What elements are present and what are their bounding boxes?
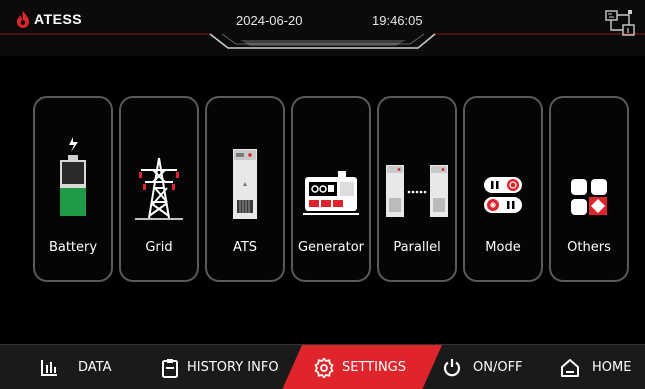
grid-tile[interactable]: Grid xyxy=(119,96,199,282)
generator-tile[interactable]: Generator xyxy=(291,96,371,282)
bar-chart-icon xyxy=(41,359,57,376)
nav-data[interactable]: DATA xyxy=(40,345,112,389)
nav-history-label: HISTORY INFO xyxy=(187,360,279,375)
mode-tile[interactable]: Mode xyxy=(463,96,543,282)
clipboard-icon xyxy=(162,358,178,378)
system-topology-icon[interactable] xyxy=(604,8,636,38)
atess-logo: ATESS xyxy=(16,10,82,28)
parallel-label: Parallel xyxy=(393,240,441,255)
nav-onoff-label: ON/OFF xyxy=(473,360,523,375)
power-icon xyxy=(443,358,461,376)
settings-tiles: Battery Grid ATS Generator Parallel Mode… xyxy=(33,96,629,282)
others-label: Others xyxy=(567,240,611,255)
battery-tile[interactable]: Battery xyxy=(33,96,113,282)
mode-label: Mode xyxy=(485,240,521,255)
battery-icon xyxy=(60,137,86,216)
nav-settings-label: SETTINGS xyxy=(342,360,407,375)
nav-home[interactable]: HOME xyxy=(560,345,631,389)
mode-toggle-icon xyxy=(484,177,522,213)
flame-logo-icon xyxy=(17,11,29,28)
logo-text: ATESS xyxy=(34,11,83,27)
others-tile[interactable]: Others xyxy=(549,96,629,282)
header-date: 2024-06-20 xyxy=(236,13,303,28)
nav-on-off[interactable]: ON/OFF xyxy=(443,345,523,389)
parallel-cabinets-icon xyxy=(386,165,448,217)
battery-label: Battery xyxy=(48,240,98,255)
others-grid-icon xyxy=(571,179,607,215)
ats-label: ATS xyxy=(232,240,258,255)
nav-home-label: HOME xyxy=(592,360,632,375)
ats-tile[interactable]: ATS xyxy=(205,96,285,282)
grid-label: Grid xyxy=(145,240,173,255)
ats-cabinet-icon xyxy=(233,149,257,219)
generator-label: Generator xyxy=(297,240,364,255)
parallel-tile[interactable]: Parallel xyxy=(377,96,457,282)
header-time: 19:46:05 xyxy=(372,13,423,28)
gear-icon xyxy=(314,357,334,378)
top-bar: ATESS 2024-06-20 19:46:05 xyxy=(0,0,645,56)
home-icon xyxy=(561,358,579,377)
bottom-nav: DATA HISTORY INFO SETTINGS ON/OFF HOME xyxy=(0,344,645,389)
nav-settings[interactable]: SETTINGS xyxy=(314,345,406,389)
nav-history-info[interactable]: HISTORY INFO xyxy=(161,345,279,389)
transmission-tower-icon xyxy=(135,157,183,220)
header-decoration xyxy=(0,33,645,49)
generator-icon xyxy=(303,171,359,215)
nav-data-label: DATA xyxy=(78,360,112,375)
